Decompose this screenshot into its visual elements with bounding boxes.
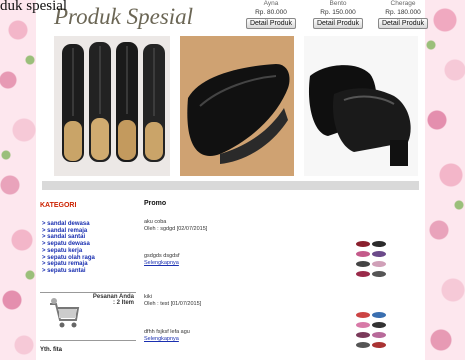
selengkapnya-link[interactable]: Selengkapnya	[144, 336, 190, 343]
product-image-3[interactable]	[304, 36, 418, 176]
detail-produk-button[interactable]: Detail Produk	[377, 18, 429, 29]
separator-bar	[42, 181, 419, 190]
kategori-title: KATEGORI	[40, 202, 77, 209]
kategori-link[interactable]: > sepatu remaja	[42, 261, 95, 268]
product-card-1: Ayna Rp. 80.000 Detail Produk	[240, 0, 302, 29]
kategori-link[interactable]: > sandal dewasa	[42, 221, 95, 228]
detail-produk-button[interactable]: Detail Produk	[245, 18, 297, 29]
detail-produk-button[interactable]: Detail Produk	[312, 18, 364, 29]
cart-count: : 2 Item	[112, 300, 134, 306]
product-price: Rp. 180.000	[385, 9, 421, 16]
product-card-2: Bento Rp. 150.000 Detail Produk	[307, 0, 369, 29]
product-name: Bento	[329, 0, 347, 7]
kategori-link[interactable]: > sepatu olah raga	[42, 255, 95, 262]
promo-item: aku coba Oleh : sgdgd [02/07/2015]	[144, 219, 207, 233]
product-card-3: Cherage Rp. 180.000 Detail Produk	[372, 0, 434, 29]
promo-title: Promo	[144, 200, 167, 207]
product-image-1[interactable]	[54, 36, 170, 176]
promo-thumbnail-1[interactable]	[354, 238, 388, 284]
kategori-link[interactable]: > sepatu santai	[42, 268, 95, 275]
page-content: Produk Spesial Ayna Rp. 80.000 Detail Pr…	[36, 0, 429, 360]
selengkapnya-link[interactable]: Selengkapnya	[144, 260, 179, 267]
product-price: Rp. 80.000	[255, 9, 287, 16]
page-heading-fragment: duk spesial	[0, 0, 68, 14]
promo-item: dfhh fsjksf lefa agu Selengkapnya	[144, 329, 190, 343]
floral-border-right	[425, 0, 465, 360]
product-image-2[interactable]	[180, 36, 294, 176]
shop-title: Produk Spesial	[54, 4, 194, 29]
cart-summary: Pesanan Anda : 2 Item	[90, 294, 134, 306]
promo-item-meta: Oleh : test [01/07/2015]	[144, 301, 202, 307]
promo-item-title: aku coba	[144, 219, 167, 225]
product-name: Cherage	[390, 0, 416, 7]
sidebar-divider	[40, 292, 136, 293]
promo-thumbnail-2[interactable]	[354, 309, 388, 355]
product-price: Rp. 150.000	[320, 9, 356, 16]
sidebar-divider	[40, 340, 136, 341]
kategori-list: > sandal dewasa > sandal remaja > sandal…	[42, 221, 95, 275]
promo-item-title: dfhh fsjksf lefa agu	[144, 329, 190, 335]
kategori-link[interactable]: > sepatu dewasa	[42, 241, 95, 248]
shopping-cart-icon[interactable]	[48, 296, 80, 330]
floral-border-left	[0, 0, 36, 360]
promo-item-title: gsdgds dsgdsf	[144, 253, 180, 259]
kategori-link[interactable]: > sandal santai	[42, 234, 95, 241]
promo-item-title: kiki	[144, 294, 152, 300]
kategori-link[interactable]: > sandal remaja	[42, 228, 95, 235]
promo-item-meta: Oleh : sgdgd [02/07/2015]	[144, 226, 208, 232]
user-greeting: Yth. fita	[40, 347, 62, 353]
promo-item: gsdgds dsgdsf Selengkapnya	[144, 253, 179, 267]
promo-item: kiki Oleh : test [01/07/2015]	[144, 294, 201, 308]
kategori-link[interactable]: > sepatu kerja	[42, 248, 95, 255]
product-name: Ayna	[263, 0, 279, 7]
